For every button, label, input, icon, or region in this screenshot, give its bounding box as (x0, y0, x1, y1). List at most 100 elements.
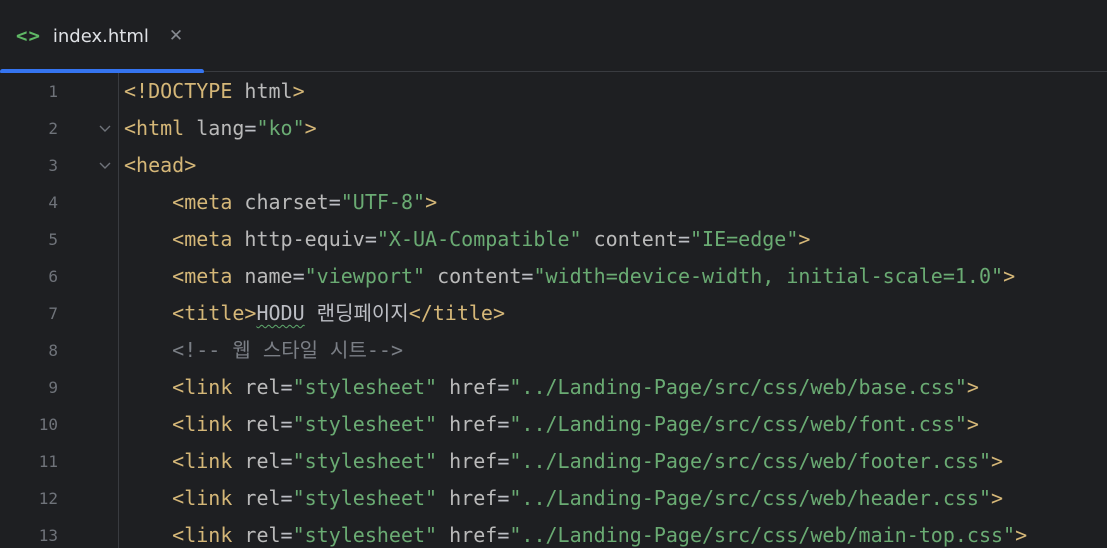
code-token: "stylesheet" (292, 486, 438, 510)
code-token: charset (244, 190, 329, 214)
code-line[interactable]: 12 <link rel="stylesheet" href="../Landi… (0, 480, 1107, 517)
code-text: <meta name="viewport" content="width=dev… (124, 258, 1015, 295)
code-line[interactable]: 11 <link rel="stylesheet" href="../Landi… (0, 443, 1107, 480)
code-token: <link (172, 412, 245, 436)
code-token: > (991, 486, 1004, 510)
code-line[interactable]: 4 <meta charset="UTF-8"> (0, 184, 1107, 221)
code-token: http-equiv (244, 227, 365, 251)
code-token: "../Landing-Page/src/css/web/header.css" (509, 486, 991, 510)
code-token: href (449, 449, 498, 473)
line-number: 13 (38, 526, 58, 545)
code-token: = (497, 449, 510, 473)
line-number: 9 (48, 378, 58, 397)
code-token: > (1003, 264, 1016, 288)
code-token: "stylesheet" (292, 523, 438, 547)
code-token: "../Landing-Page/src/css/web/footer.css" (509, 449, 991, 473)
code-text: <link rel="stylesheet" href="../Landing-… (124, 369, 979, 406)
code-text: <link rel="stylesheet" href="../Landing-… (124, 517, 1027, 548)
code-token: = (280, 523, 293, 547)
code-token: <link (172, 375, 245, 399)
code-text: <head> (124, 147, 196, 184)
line-number: 3 (48, 156, 58, 175)
code-line[interactable]: 13 <link rel="stylesheet" href="../Landi… (0, 517, 1107, 548)
code-token: = (280, 486, 293, 510)
code-token: <!-- 웹 스타일 시트--> (172, 338, 403, 362)
code-text: <link rel="stylesheet" href="../Landing-… (124, 406, 979, 443)
code-line[interactable]: 7 <title>HODU 랜딩페이지</title> (0, 295, 1107, 332)
line-number: 1 (48, 82, 58, 101)
code-line[interactable]: 6 <meta name="viewport" content="width=d… (0, 258, 1107, 295)
code-token: = (244, 116, 257, 140)
code-line[interactable]: 10 <link rel="stylesheet" href="../Landi… (0, 406, 1107, 443)
code-token: <link (172, 449, 245, 473)
code-token: > (798, 227, 811, 251)
line-number: 10 (38, 415, 58, 434)
code-token: "../Landing-Page/src/css/web/base.css" (509, 375, 967, 399)
code-token: > (292, 79, 305, 103)
code-token: href (449, 486, 498, 510)
code-text: <!-- 웹 스타일 시트--> (124, 332, 403, 369)
tab-index-html[interactable]: <> index.html ✕ (0, 0, 204, 74)
code-token: "../Landing-Page/src/css/web/main-top.cs… (509, 523, 1016, 547)
line-number: 12 (38, 489, 58, 508)
code-token: rel (244, 412, 281, 436)
code-token: > (304, 116, 317, 140)
code-token: rel (244, 375, 281, 399)
code-text: <link rel="stylesheet" href="../Landing-… (124, 480, 1003, 517)
fold-chevron-down-icon[interactable] (98, 122, 112, 136)
code-token: content (593, 227, 678, 251)
code-text: <meta http-equiv="X-UA-Compatible" conte… (124, 221, 810, 258)
code-line[interactable]: 5 <meta http-equiv="X-UA-Compatible" con… (0, 221, 1107, 258)
code-token: = (677, 227, 690, 251)
code-token: "stylesheet" (292, 449, 438, 473)
code-token: rel (244, 449, 281, 473)
close-icon[interactable]: ✕ (169, 26, 183, 46)
code-text: <title>HODU 랜딩페이지</title> (124, 295, 505, 332)
html-file-icon: <> (16, 24, 41, 47)
code-token: > (966, 412, 979, 436)
code-token: "ko" (256, 116, 305, 140)
code-token: = (292, 264, 305, 288)
code-line[interactable]: 2 <html lang="ko"> (0, 110, 1107, 147)
code-token: <!DOCTYPE (124, 79, 245, 103)
code-line[interactable]: 9 <link rel="stylesheet" href="../Landin… (0, 369, 1107, 406)
line-number: 4 (48, 193, 58, 212)
code-line[interactable]: 8 <!-- 웹 스타일 시트--> (0, 332, 1107, 369)
line-number: 8 (48, 341, 58, 360)
code-token: = (497, 486, 510, 510)
fold-chevron-down-icon[interactable] (98, 159, 112, 173)
code-line[interactable]: 3 <head> (0, 147, 1107, 184)
code-token: <link (172, 523, 245, 547)
code-token: = (497, 523, 510, 547)
code-token: content (437, 264, 522, 288)
code-token: 랜딩페이지 (304, 301, 409, 325)
code-token: <meta (172, 227, 245, 251)
code-text: <meta charset="UTF-8"> (124, 184, 437, 221)
code-token: name (244, 264, 293, 288)
code-token: = (497, 375, 510, 399)
code-editor[interactable]: 1 <!DOCTYPE html> 2 <html lang="ko"> 3 <head>… (0, 73, 1107, 548)
line-number: 2 (48, 119, 58, 138)
code-token: <link (172, 486, 245, 510)
tab-label: index.html (52, 25, 149, 47)
code-token: href (449, 375, 498, 399)
code-token: "viewport" (304, 264, 426, 288)
code-token: <head> (124, 153, 197, 177)
code-token: <html (124, 116, 197, 140)
code-token: = (280, 412, 293, 436)
code-token: = (521, 264, 534, 288)
code-line[interactable]: 1 <!DOCTYPE html> (0, 73, 1107, 110)
line-number: 6 (48, 267, 58, 286)
